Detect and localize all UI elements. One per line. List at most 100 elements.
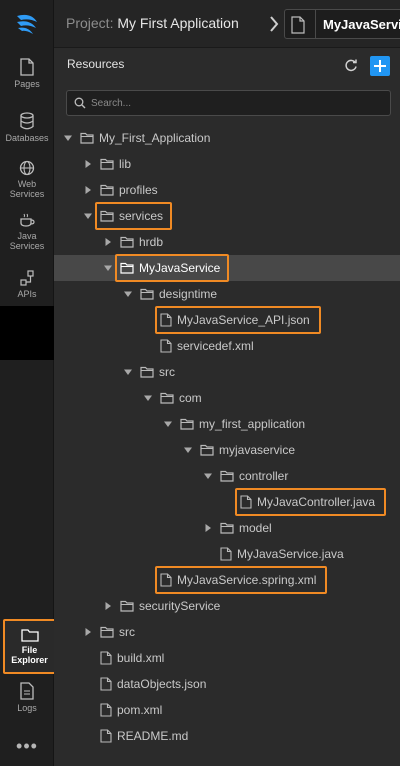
- rail-item-web-services[interactable]: Web Services: [0, 160, 54, 199]
- tree-folder-row[interactable]: hrdb: [54, 229, 400, 255]
- search-input[interactable]: [91, 94, 381, 112]
- folder-icon: [100, 210, 114, 222]
- file-icon: [240, 495, 252, 509]
- folder-icon: [20, 629, 39, 642]
- folder-icon: [120, 262, 134, 274]
- caret-right-icon[interactable]: [82, 627, 94, 637]
- divider: [315, 10, 316, 38]
- rail-item-label: Pages: [14, 79, 40, 89]
- tree-item-label: dataObjects.json: [117, 677, 207, 691]
- tree-folder-row[interactable]: model: [54, 515, 400, 541]
- tree-folder-row[interactable]: lib: [54, 151, 400, 177]
- caret-down-icon[interactable]: [122, 289, 134, 299]
- tree-folder-row[interactable]: my_first_application: [54, 411, 400, 437]
- tree-folder-row[interactable]: securityService: [54, 593, 400, 619]
- tree-folder-row[interactable]: myjavaservice: [54, 437, 400, 463]
- file-icon: [100, 729, 112, 743]
- tree-file-row[interactable]: MyJavaService.spring.xml: [54, 567, 400, 593]
- caret-right-icon[interactable]: [102, 237, 114, 247]
- rail-item-pages[interactable]: Pages: [0, 58, 54, 89]
- rail-item-apis[interactable]: APIs: [0, 270, 54, 299]
- project-prefix: Project:: [66, 15, 114, 31]
- tree-folder-row[interactable]: profiles: [54, 177, 400, 203]
- tree-folder-row[interactable]: controller: [54, 463, 400, 489]
- tree-file-row[interactable]: README.md: [54, 723, 400, 749]
- tree-item-label: MyJavaService.java: [237, 547, 344, 561]
- caret-right-icon[interactable]: [82, 159, 94, 169]
- more-options-button[interactable]: •••: [0, 736, 54, 757]
- caret-down-icon[interactable]: [82, 211, 94, 221]
- caret-down-icon[interactable]: [182, 445, 194, 455]
- tree-item-label: services: [119, 209, 164, 223]
- tree-item-label: MyJavaController.java: [257, 495, 376, 509]
- search-icon: [74, 97, 86, 109]
- rail-item-label: File Explorer: [11, 645, 48, 665]
- caret-down-icon[interactable]: [62, 133, 74, 143]
- project-name: My First Application: [117, 15, 239, 31]
- document-icon: [20, 682, 34, 700]
- tree-item-label: src: [159, 365, 175, 379]
- file-icon: [291, 16, 305, 34]
- page-icon: [20, 58, 34, 76]
- app-window: Pages Databases Web Services Java Servic…: [0, 0, 400, 766]
- rail-item-databases[interactable]: Databases: [0, 112, 54, 143]
- tree-file-row[interactable]: MyJavaController.java: [54, 489, 400, 515]
- database-icon: [20, 112, 34, 130]
- tree-item-label: com: [179, 391, 202, 405]
- file-icon: [100, 651, 112, 665]
- folder-icon: [100, 626, 114, 638]
- chevron-right-icon: [270, 16, 279, 32]
- caret-right-icon[interactable]: [102, 601, 114, 611]
- search-box: [66, 90, 391, 116]
- rail-item-file-explorer[interactable]: File Explorer: [3, 619, 56, 674]
- coffee-cup-icon: [20, 213, 35, 227]
- tree-file-row[interactable]: MyJavaService.java: [54, 541, 400, 567]
- file-icon: [160, 313, 172, 327]
- app-logo[interactable]: [0, 0, 54, 48]
- folder-icon: [160, 392, 174, 404]
- file-icon: [100, 677, 112, 691]
- tree-file-row[interactable]: pom.xml: [54, 697, 400, 723]
- folder-icon: [180, 418, 194, 430]
- tree-item-label: designtime: [159, 287, 218, 301]
- caret-down-icon[interactable]: [162, 419, 174, 429]
- tree-item-label: hrdb: [139, 235, 164, 249]
- tree-item-label: securityService: [139, 599, 221, 613]
- open-file-tab[interactable]: MyJavaServi: [284, 9, 400, 39]
- tree-folder-row[interactable]: src: [54, 619, 400, 645]
- refresh-icon[interactable]: [344, 58, 358, 72]
- tree-folder-row[interactable]: designtime: [54, 281, 400, 307]
- caret-down-icon[interactable]: [122, 367, 134, 377]
- rail-item-java-services[interactable]: Java Services: [0, 212, 54, 251]
- rail-item-logs[interactable]: Logs: [0, 682, 54, 713]
- project-title: Project: My First Application: [66, 15, 239, 31]
- globe-icon: [19, 160, 35, 176]
- tree-folder-row[interactable]: My_First_Application: [54, 125, 400, 151]
- add-resource-button[interactable]: [370, 56, 390, 76]
- tree-item-label: MyJavaService_API.json: [177, 313, 310, 327]
- tree-file-row[interactable]: dataObjects.json: [54, 671, 400, 697]
- tree-folder-row[interactable]: com: [54, 385, 400, 411]
- caret-right-icon[interactable]: [202, 523, 214, 533]
- tree-item-label: controller: [239, 469, 289, 483]
- tree-item-label: myjavaservice: [219, 443, 296, 457]
- folder-icon: [200, 444, 214, 456]
- panel-title: Resources: [67, 57, 125, 71]
- tree-folder-row[interactable]: src: [54, 359, 400, 385]
- logo-icon: [17, 14, 37, 34]
- file-icon: [220, 547, 232, 561]
- tree-item-label: lib: [119, 157, 132, 171]
- folder-icon: [100, 184, 114, 196]
- caret-down-icon[interactable]: [202, 471, 214, 481]
- tree-file-row[interactable]: build.xml: [54, 645, 400, 671]
- file-icon: [160, 573, 172, 587]
- tree-folder-row[interactable]: MyJavaService: [54, 255, 400, 281]
- caret-down-icon[interactable]: [142, 393, 154, 403]
- tree-item-label: README.md: [117, 729, 189, 743]
- caret-right-icon[interactable]: [82, 185, 94, 195]
- file-icon: [100, 703, 112, 717]
- tree-folder-row[interactable]: services: [54, 203, 400, 229]
- caret-down-icon[interactable]: [102, 263, 114, 273]
- tree-file-row[interactable]: MyJavaService_API.json: [54, 307, 400, 333]
- tree-file-row[interactable]: servicedef.xml: [54, 333, 400, 359]
